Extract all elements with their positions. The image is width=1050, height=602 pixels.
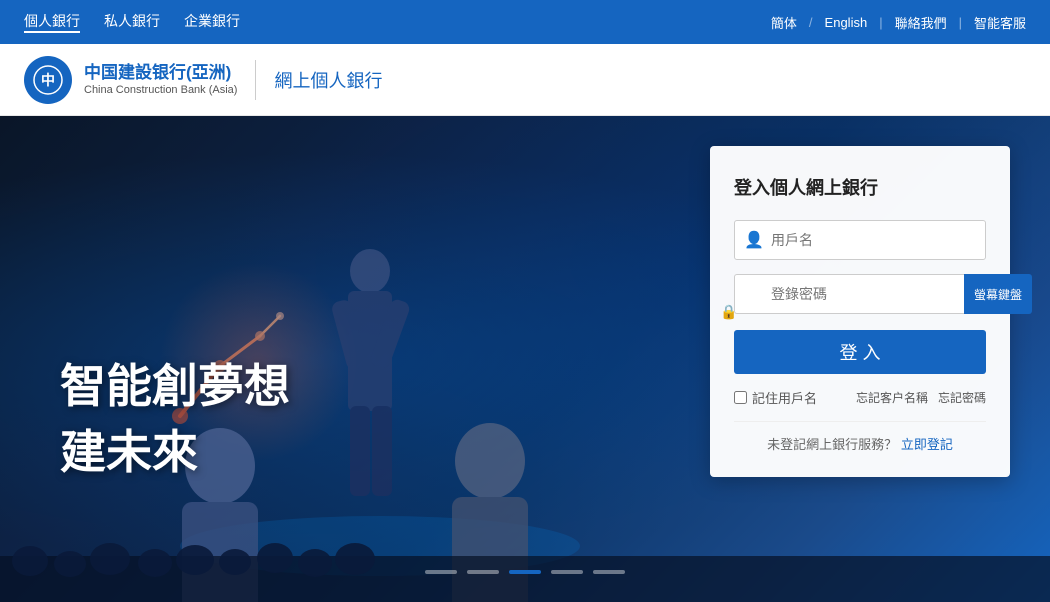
remember-username-label: 記住用戶名	[752, 388, 817, 407]
nav-corporate-banking[interactable]: 企業銀行	[184, 11, 240, 33]
carousel-dots	[425, 570, 625, 574]
separator-2: |	[879, 15, 882, 30]
forgot-password-link[interactable]: 忘記密碼	[938, 389, 986, 406]
contact-us[interactable]: 聯絡我們	[895, 13, 947, 32]
logo-en: China Construction Bank (Asia)	[84, 84, 237, 96]
hero-text: 智能創夢想 建未來	[60, 350, 290, 482]
logo-cn: 中国建設银行(亞洲)	[84, 63, 237, 83]
password-input[interactable]	[734, 274, 964, 314]
login-button[interactable]: 登 入	[734, 330, 986, 374]
login-options: 記住用戶名 忘記客户名稱 忘記密碼	[734, 388, 986, 407]
nav-private-banking[interactable]: 私人銀行	[104, 11, 160, 33]
forgot-username-link[interactable]: 忘記客户名稱	[856, 389, 928, 406]
separator-3: |	[959, 15, 962, 30]
lang-simplified[interactable]: 簡体	[771, 13, 797, 32]
carousel-dot-1[interactable]	[425, 570, 457, 574]
username-group: 👤	[734, 220, 986, 260]
password-group: 🔒 螢幕鍵盤	[734, 274, 986, 314]
logo-text: 中国建設银行(亞洲) China Construction Bank (Asia…	[84, 63, 237, 95]
remember-username-row: 記住用戶名	[734, 388, 817, 407]
carousel-dot-3[interactable]	[509, 570, 541, 574]
register-text: 未登記網上銀行服務？	[767, 437, 897, 452]
carousel-dot-5[interactable]	[593, 570, 625, 574]
svg-text:中: 中	[41, 72, 55, 88]
logo-area: 中 中国建設银行(亞洲) China Construction Bank (As…	[24, 56, 237, 104]
screen-keyboard-button[interactable]: 螢幕鍵盤	[964, 274, 1032, 314]
top-nav-right: 簡体 / English | 聯絡我們 | 智能客服	[771, 13, 1026, 32]
lang-separator-1: /	[809, 15, 813, 30]
lock-icon: 🔒	[720, 303, 737, 320]
remember-username-checkbox[interactable]	[734, 391, 747, 404]
register-row: 未登記網上銀行服務？ 立即登記	[734, 421, 986, 453]
hero-line-1: 智能創夢想	[60, 350, 290, 416]
lang-english[interactable]: English	[825, 15, 868, 30]
register-link[interactable]: 立即登記	[901, 437, 953, 452]
top-navigation: 個人銀行 私人銀行 企業銀行 簡体 / English | 聯絡我們 | 智能客…	[0, 0, 1050, 44]
site-header: 中 中国建設银行(亞洲) China Construction Bank (As…	[0, 44, 1050, 116]
top-nav-left: 個人銀行 私人銀行 企業銀行	[24, 11, 240, 33]
smart-service[interactable]: 智能客服	[974, 13, 1026, 32]
hero-line-2: 建未來	[60, 416, 290, 482]
logo-icon: 中	[24, 56, 72, 104]
hero-section: 智能創夢想 建未來 登入個人網上銀行 👤 🔒 螢幕鍵盤 登 入 記住用戶	[0, 116, 1050, 602]
user-icon: 👤	[744, 230, 764, 250]
header-tagline: 網上個人銀行	[274, 67, 382, 93]
login-links: 忘記客户名稱 忘記密碼	[856, 389, 986, 406]
carousel-dot-2[interactable]	[467, 570, 499, 574]
username-input[interactable]	[734, 220, 986, 260]
nav-personal-banking[interactable]: 個人銀行	[24, 11, 80, 33]
login-panel-title: 登入個人網上銀行	[734, 174, 986, 200]
header-divider	[255, 60, 256, 100]
login-panel: 登入個人網上銀行 👤 🔒 螢幕鍵盤 登 入 記住用戶名 忘記客户名稱 忘記密碼	[710, 146, 1010, 477]
carousel-dot-4[interactable]	[551, 570, 583, 574]
